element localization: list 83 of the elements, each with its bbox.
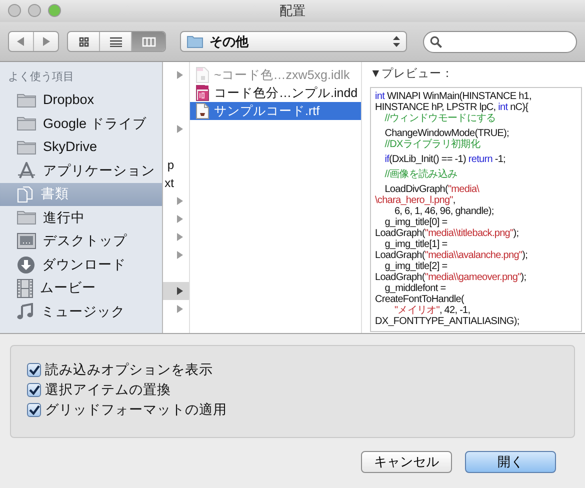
back-icon[interactable]	[16, 37, 25, 46]
code-line: LoadDivGraph("media\	[384, 183, 480, 196]
code-line: LoadGraph("media\\titleback.png");	[375, 228, 520, 240]
back-forward-control[interactable]	[8, 31, 60, 52]
document-icon	[196, 67, 209, 83]
window-control[interactable]	[8, 4, 21, 17]
disclosure-arrow-icon	[177, 233, 183, 241]
window-title: 配置	[280, 3, 306, 18]
window-control[interactable]	[28, 4, 41, 17]
checkbox-label[interactable]: 選択アイテムの置換	[45, 380, 171, 400]
sidebar-item[interactable]: アプリケーション	[0, 159, 162, 182]
list-view-icon[interactable]	[110, 36, 122, 46]
checkbox[interactable]	[27, 403, 41, 417]
disclosure-arrow-icon	[177, 251, 183, 259]
code-line: 6, 6, 1, 46, 96, ghandle);	[393, 206, 495, 218]
checkbox[interactable]	[27, 383, 41, 397]
code-line: g_middlefont =	[384, 283, 447, 294]
code-line: LoadGraph("media\\gameover.png");	[375, 272, 528, 284]
disclosure-arrow-icon	[177, 125, 183, 133]
search-field[interactable]	[423, 30, 577, 52]
folder-icon	[17, 140, 36, 155]
disclosure-arrow-icon	[177, 71, 183, 79]
column-view-icon[interactable]	[142, 36, 156, 46]
code-line: //DXライブラリ初期化	[384, 139, 482, 150]
file-name[interactable]: p	[167, 157, 174, 173]
disclosure-arrow-icon	[177, 287, 183, 295]
file-item[interactable]: コード色分…ンプル.indd	[190, 84, 361, 102]
check-icon	[28, 365, 40, 375]
location-popup[interactable]: その他	[180, 31, 408, 52]
sidebar-item[interactable]: SkyDrive	[0, 136, 162, 159]
folder-icon	[17, 210, 36, 226]
code-line: HINSTANCE hP, LPSTR lpC, int nC){	[375, 102, 530, 114]
sidebar-item[interactable]: Google ドライブ	[0, 112, 162, 136]
folder-icon	[17, 116, 36, 132]
checkbox[interactable]	[27, 363, 41, 377]
preview-heading[interactable]: ▼プレビュー：	[370, 66, 582, 84]
code-line: if(DxLib_Init() == -1) return -1;	[384, 153, 506, 166]
folder-icon	[186, 35, 203, 48]
apps-icon	[17, 162, 36, 180]
music-note-icon	[17, 303, 34, 320]
code-line: DX_FONTTYPE_ANTIALIASING);	[375, 316, 520, 328]
documents-icon	[17, 186, 34, 203]
desktop-icon	[17, 233, 36, 250]
file-name[interactable]: xt	[164, 175, 174, 191]
column-row[interactable]	[163, 282, 189, 300]
code-line: g_img_title[0] =	[384, 217, 448, 228]
code-line: "メイリオ", 42, -1,	[393, 305, 472, 316]
cancel-button[interactable]: キャンセル	[361, 451, 452, 473]
grid-view-icon[interactable]	[78, 36, 89, 46]
search-icon	[430, 36, 442, 48]
window-control[interactable]	[48, 4, 61, 17]
indesign-document-icon	[196, 85, 209, 101]
sidebar-heading: よく使う項目	[7, 70, 75, 85]
code-line: CreateFontToHandle(	[375, 294, 466, 306]
sidebar-item[interactable]: ダウンロード	[0, 253, 162, 276]
disclosure-arrow-icon	[177, 197, 183, 205]
download-icon	[17, 256, 35, 274]
document-icon	[196, 103, 209, 119]
code-line: LoadGraph("media\\avalanche.png");	[375, 250, 529, 262]
sidebar-item[interactable]: Dropbox	[0, 88, 162, 112]
check-icon	[28, 405, 40, 415]
code-line: //画像を読み込み	[384, 168, 458, 180]
checkbox-label[interactable]: 読み込みオプションを表示	[45, 360, 213, 380]
disclosure-arrow-icon	[177, 215, 183, 223]
sidebar-item[interactable]: 進行中	[0, 206, 162, 230]
sidebar-item[interactable]: ムービー	[0, 276, 162, 300]
code-line: int WINAPI WinMain(HINSTANCE h1,	[375, 91, 532, 102]
disclosure-arrow-icon	[177, 305, 183, 313]
code-line: //ウィンドウモードにする	[384, 113, 497, 124]
up-down-arrows-icon	[393, 36, 400, 47]
open-button[interactable]: 開く	[465, 451, 556, 473]
forward-icon[interactable]	[42, 37, 50, 46]
sidebar-item[interactable]: ミュージック	[0, 300, 162, 324]
folder-icon	[17, 92, 36, 108]
code-line: ChangeWindowMode(TRUE);	[384, 127, 510, 140]
film-strip-icon	[17, 278, 33, 298]
file-item[interactable]: サンプルコード.rtf	[190, 102, 361, 120]
check-icon	[28, 385, 40, 395]
code-line: \chara_hero_l.png",	[375, 195, 456, 206]
checkbox-label[interactable]: グリッドフォーマットの適用	[45, 400, 227, 420]
code-line: g_img_title[1] =	[384, 239, 448, 250]
code-line: g_img_title[2] =	[384, 261, 448, 272]
sidebar-item[interactable]: デスクトップ	[0, 230, 162, 253]
